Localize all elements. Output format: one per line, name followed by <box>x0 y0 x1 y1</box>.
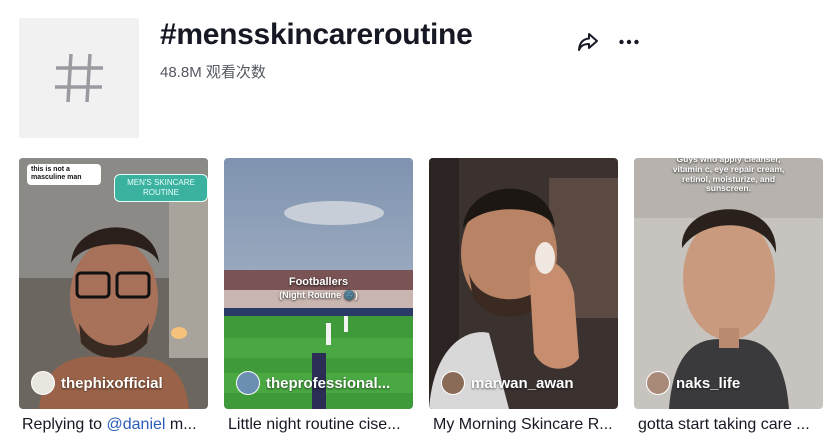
hashtag-avatar <box>19 18 139 138</box>
video-card-3[interactable]: marwan_awan <box>429 158 618 409</box>
overlay-bubble: MEN'S SKINCARE ROUTINE <box>114 174 208 202</box>
caption-rest: m... <box>165 416 197 433</box>
caption-mention[interactable]: @daniel <box>107 416 166 433</box>
video-card-4[interactable]: Guys who apply cleanser, vitamin c, eye … <box>634 158 823 409</box>
more-button[interactable] <box>615 28 643 56</box>
author-name: theprofessional... <box>266 374 391 392</box>
overlay-title: Footballers <box>288 276 349 288</box>
video-caption-2[interactable]: Little night routine cise... <box>228 416 417 434</box>
video-card-2[interactable]: Footballers (Night Routine 🌚) theprofess… <box>224 158 413 409</box>
video-author[interactable]: naks_life <box>646 371 740 395</box>
view-count: 48.8M 观看次数 <box>160 64 266 81</box>
more-icon <box>619 39 639 45</box>
avatar <box>441 371 465 395</box>
video-author[interactable]: marwan_awan <box>441 371 574 395</box>
author-name: naks_life <box>676 374 741 392</box>
author-name: thephixofficial <box>61 374 163 392</box>
avatar <box>31 371 55 395</box>
share-icon <box>578 33 598 51</box>
video-author[interactable]: thephixofficial <box>31 371 163 395</box>
overlay-subtitle: (Night Routine 🌚) <box>279 290 358 300</box>
overlay-text: Guys who apply cleanser, vitamin c, eye … <box>672 158 785 194</box>
page-title: #mensskincareroutine <box>160 18 473 51</box>
video-caption-3[interactable]: My Morning Skincare R... <box>433 416 622 434</box>
video-card-1[interactable]: this is not a masculine man MEN'S SKINCA… <box>19 158 208 409</box>
avatar <box>236 371 260 395</box>
video-caption-1[interactable]: Replying to @daniel m... <box>22 416 211 434</box>
author-name: marwan_awan <box>471 374 574 392</box>
reply-sticker: this is not a masculine man <box>27 164 101 185</box>
avatar <box>646 371 670 395</box>
hashtag-icon <box>55 53 103 103</box>
video-caption-4[interactable]: gotta start taking care ... <box>638 416 827 434</box>
caption-prefix: Replying to <box>22 416 107 433</box>
video-author[interactable]: theprofessional... <box>236 371 390 395</box>
share-button[interactable] <box>574 28 602 56</box>
